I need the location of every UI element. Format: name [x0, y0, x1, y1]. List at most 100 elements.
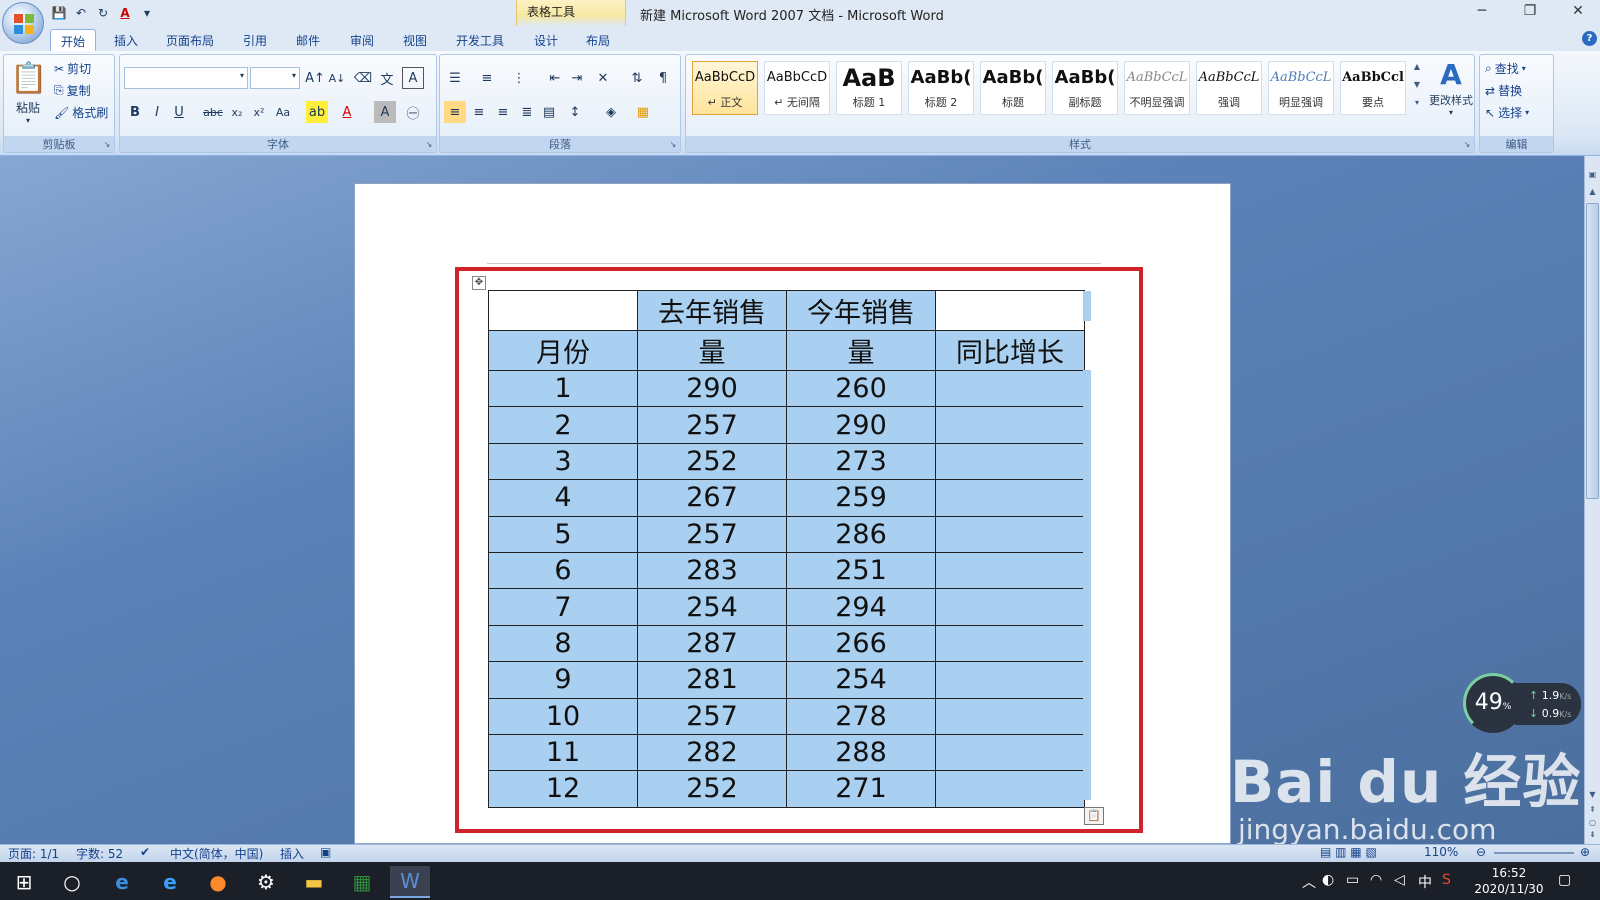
clock[interactable]: 16:52 2020/11/30 [1474, 865, 1544, 897]
line-spacing-icon[interactable]: ↕ [564, 101, 586, 123]
style-emphasis[interactable]: AaBbCcL 强调 [1196, 61, 1262, 115]
word-icon[interactable]: W [390, 866, 430, 898]
battery-icon[interactable]: ▭ [1346, 872, 1359, 888]
save-icon[interactable]: 💾 [50, 4, 68, 22]
office-button[interactable] [2, 2, 44, 44]
clear-format-icon[interactable]: ⌫ [352, 67, 374, 89]
tab-layout[interactable]: 布局 [576, 29, 620, 51]
underline-icon[interactable]: U [168, 101, 190, 123]
settings-icon[interactable]: ⚙ [246, 866, 286, 898]
insert-mode[interactable]: 插入 [280, 845, 304, 862]
style-normal[interactable]: AaBbCcD ↵ 正文 [692, 61, 758, 115]
close-button[interactable]: ✕ [1558, 3, 1598, 23]
firefox-icon[interactable]: ● [198, 866, 238, 898]
decrease-indent-icon[interactable]: ⇤ [544, 67, 566, 89]
superscript-icon[interactable]: x² [248, 101, 270, 123]
sogou-icon[interactable]: S [1442, 872, 1451, 888]
phonetic-guide-icon[interactable]: 文 [376, 67, 398, 89]
strikethrough-icon[interactable]: abc [202, 101, 224, 123]
highlight-icon[interactable]: ab [306, 101, 328, 123]
multilevel-list-icon[interactable]: ⋮ [508, 67, 530, 89]
enclose-char-icon[interactable]: ㊀ [402, 101, 424, 123]
wifi-icon[interactable]: ◠ [1370, 872, 1382, 888]
tab-home[interactable]: 开始 [50, 29, 97, 51]
style-title[interactable]: AaBb(标题 [980, 61, 1046, 115]
page-indicator[interactable]: 页面: 1/1 [8, 845, 59, 862]
network-speed-widget[interactable]: ↑ 1.9K/s ↓ 0.9K/s 49% [1463, 673, 1581, 733]
font-color-icon[interactable]: A [336, 101, 358, 123]
tab-page-layout[interactable]: 页面布局 [156, 29, 224, 51]
edge-icon[interactable]: e [150, 866, 190, 898]
file-explorer-icon[interactable]: ▬ [294, 866, 334, 898]
zoom-in-icon[interactable]: ⊕ [1580, 845, 1590, 859]
minimize-button[interactable]: ─ [1462, 3, 1502, 23]
align-left-icon[interactable]: ≡ [444, 101, 466, 123]
borders-icon[interactable]: ▦ [632, 101, 654, 123]
tab-review[interactable]: 审阅 [340, 29, 384, 51]
show-hidden-icons-icon[interactable]: ︿ [1302, 872, 1316, 892]
scroll-up-icon[interactable]: ▲ [1587, 187, 1598, 199]
style-intense-emphasis[interactable]: AaBbCcL 明显强调 [1268, 61, 1334, 115]
subscript-icon[interactable]: x₂ [226, 101, 248, 123]
replace-button[interactable]: ⇄ 替换 [1485, 82, 1522, 99]
word-count[interactable]: 字数: 52 [76, 845, 123, 862]
zoom-level[interactable]: 110% [1424, 845, 1458, 859]
restore-button[interactable]: ❐ [1510, 3, 1550, 23]
text-direction-icon[interactable]: ✕ [592, 67, 614, 89]
view-buttons[interactable]: ▤ ▥ ▦ ▧ [1320, 845, 1377, 859]
bold-icon[interactable]: B [124, 101, 146, 123]
numbering-icon[interactable]: ≡ [476, 67, 498, 89]
sort-icon[interactable]: ⇅ [626, 67, 648, 89]
change-styles-button[interactable]: A 更改样式 ▾ [1428, 58, 1474, 128]
char-shading-icon[interactable]: A [374, 101, 396, 123]
select-button[interactable]: ↖ 选择 ▾ [1485, 104, 1529, 121]
style-subtitle[interactable]: AaBb(副标题 [1052, 61, 1118, 115]
tab-mailings[interactable]: 邮件 [286, 29, 330, 51]
font-name-combo[interactable]: ▾ [124, 67, 248, 89]
ie-icon[interactable]: e [102, 866, 142, 898]
ruler-toggle-icon[interactable]: ▣ [1587, 170, 1598, 182]
scrollbar-thumb[interactable] [1586, 203, 1599, 499]
notifications-icon[interactable]: ▢ [1558, 872, 1571, 888]
align-center-icon[interactable]: ≡ [468, 101, 490, 123]
cut-button[interactable]: ✂ 剪切 [54, 60, 91, 77]
clipboard-launcher-icon[interactable]: ↘ [102, 140, 112, 150]
styles-scroll[interactable]: ▲ ▼ ▾ [1410, 58, 1424, 118]
undo-icon[interactable]: ↶ [72, 4, 90, 22]
zoom-slider[interactable] [1494, 852, 1574, 854]
style-heading-1[interactable]: AaB 标题 1 [836, 61, 902, 115]
copy-button[interactable]: ⎘ 复制 [54, 82, 91, 99]
tab-insert[interactable]: 插入 [104, 29, 148, 51]
customize-qat-icon[interactable]: ▾ [138, 4, 156, 22]
font-launcher-icon[interactable]: ↘ [424, 140, 434, 150]
justify-icon[interactable]: ≣ [516, 101, 538, 123]
italic-icon[interactable]: I [146, 101, 168, 123]
shrink-font-icon[interactable]: A↓ [326, 67, 348, 89]
align-right-icon[interactable]: ≡ [492, 101, 514, 123]
proofing-icon[interactable]: ✔ [140, 845, 150, 859]
macro-record-icon[interactable]: ▣ [320, 845, 331, 859]
ime-indicator[interactable]: 中 [1418, 872, 1432, 892]
redo-icon[interactable]: ↻ [94, 4, 112, 22]
format-painter-button[interactable]: 🖌 格式刷 [54, 104, 108, 121]
char-border-icon[interactable]: A [402, 67, 424, 89]
tab-view[interactable]: 视图 [393, 29, 437, 51]
windows-start-icon[interactable]: ⊞ [4, 866, 44, 898]
language-indicator[interactable]: 中文(简体，中国) [170, 845, 263, 862]
style-no-spacing[interactable]: AaBbCcD ↵ 无间隔 [764, 61, 830, 115]
volume-icon[interactable]: ◁ [1394, 872, 1405, 888]
font-color-icon[interactable]: A [116, 4, 134, 22]
styles-launcher-icon[interactable]: ↘ [1462, 140, 1472, 150]
tab-developer[interactable]: 开发工具 [446, 29, 514, 51]
change-case-icon[interactable]: Aa [272, 101, 294, 123]
help-icon[interactable]: ? [1582, 31, 1597, 46]
qq-icon[interactable]: ◐ [1322, 872, 1334, 888]
excel-icon[interactable]: ▦ [342, 866, 382, 898]
bullets-icon[interactable]: ☰ [444, 67, 466, 89]
style-strong[interactable]: AaBbCcl 要点 [1340, 61, 1406, 115]
style-subtle-emphasis[interactable]: AaBbCcL 不明显强调 [1124, 61, 1190, 115]
style-heading-2[interactable]: AaBb(标题 2 [908, 61, 974, 115]
increase-indent-icon[interactable]: ⇥ [566, 67, 588, 89]
tab-design[interactable]: 设计 [524, 29, 568, 51]
grow-font-icon[interactable]: A↑ [304, 67, 326, 89]
